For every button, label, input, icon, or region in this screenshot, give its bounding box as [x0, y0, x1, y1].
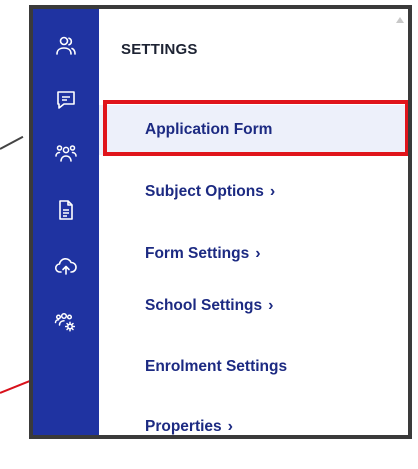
- message-icon[interactable]: [33, 83, 99, 117]
- group-icon[interactable]: [33, 137, 99, 171]
- annotation-line-red: [0, 379, 31, 394]
- menu-item-label: Form Settings: [145, 245, 250, 262]
- menu-item-school-settings[interactable]: School Settings ›: [99, 281, 408, 331]
- icon-sidebar: [33, 9, 99, 435]
- chevron-right-icon: ›: [268, 297, 274, 314]
- menu-item-label: School Settings: [145, 297, 263, 314]
- cloud-upload-icon[interactable]: [33, 249, 99, 283]
- chevron-right-icon: ›: [269, 183, 276, 200]
- menu-item-label: Enrolment Settings: [145, 358, 288, 375]
- menu-item-enrolment-settings[interactable]: Enrolment Settings: [99, 342, 408, 392]
- menu-item-form-settings[interactable]: Form Settings ›: [99, 229, 408, 279]
- document-icon[interactable]: [33, 193, 99, 227]
- menu-item-properties[interactable]: Properties ›: [99, 402, 408, 435]
- menu-item-label: Properties: [145, 418, 222, 435]
- group-settings-icon[interactable]: [33, 305, 99, 339]
- chevron-right-icon: ›: [227, 418, 233, 435]
- settings-panel: SETTINGS Application Form Subject Option…: [99, 9, 408, 435]
- menu-item-subject-options[interactable]: Subject Options ›: [99, 167, 408, 217]
- annotation-line: [0, 135, 24, 150]
- settings-title: SETTINGS: [121, 41, 198, 58]
- scroll-up-arrow[interactable]: [396, 17, 404, 23]
- menu-item-label: Subject Options: [145, 183, 264, 200]
- menu-item-application-form[interactable]: Application Form: [99, 105, 408, 155]
- users-icon[interactable]: [33, 29, 99, 63]
- menu-item-label: Application Form: [145, 121, 273, 138]
- app-window: SETTINGS Application Form Subject Option…: [29, 5, 412, 439]
- chevron-right-icon: ›: [255, 245, 261, 262]
